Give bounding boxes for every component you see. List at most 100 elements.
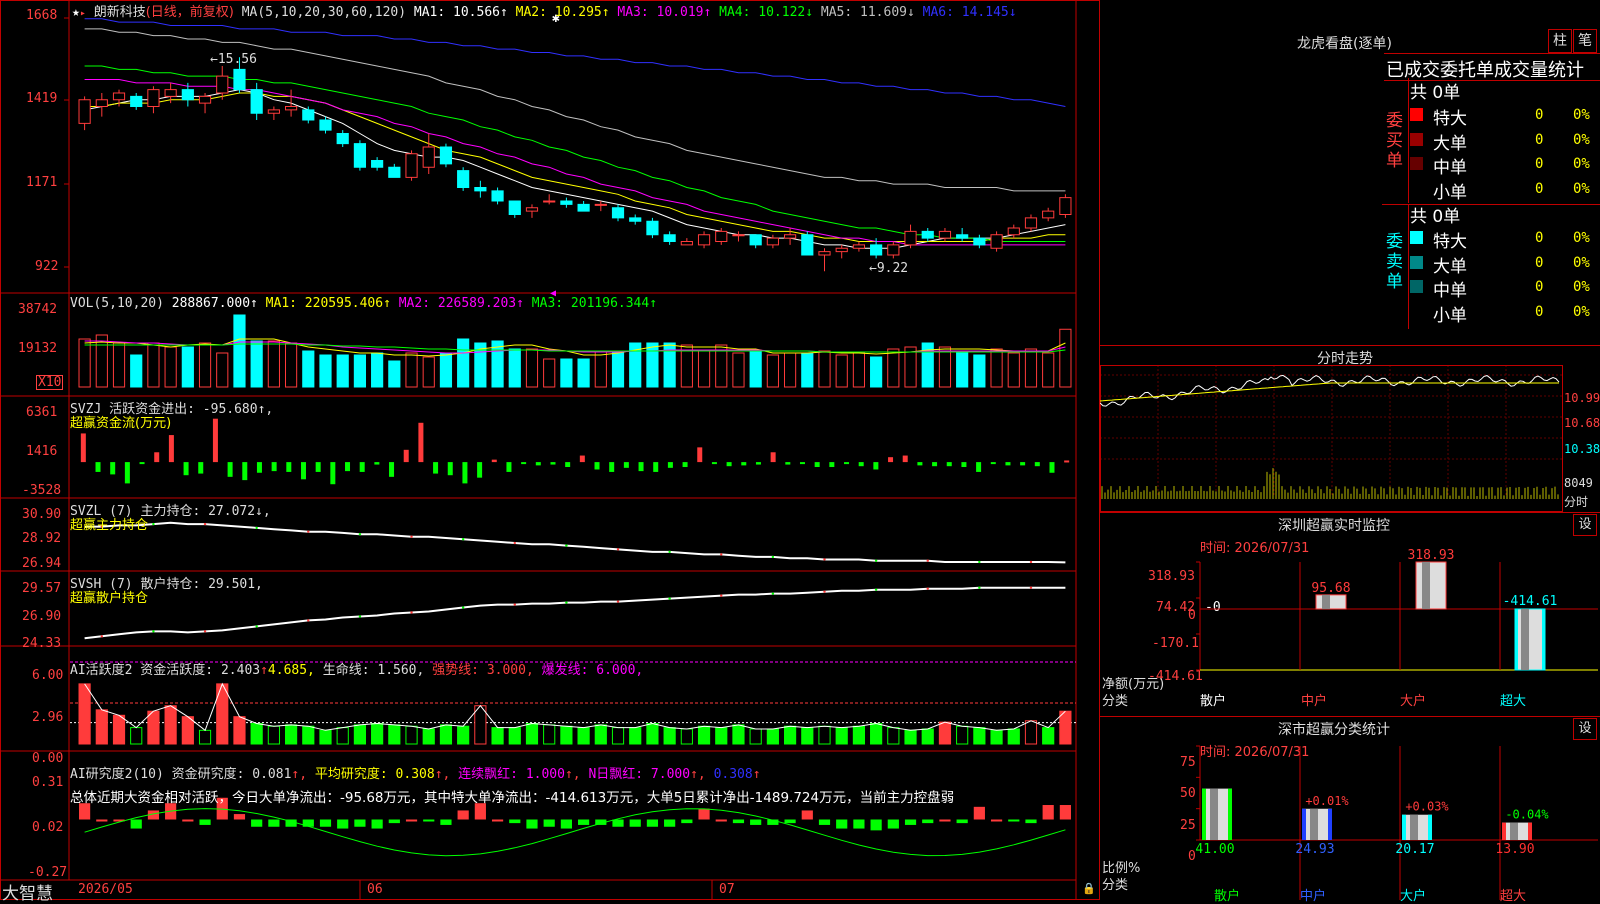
svzj-bar <box>521 462 527 465</box>
volume-unit[interactable]: X10 <box>36 375 64 390</box>
volume-bar <box>646 342 659 388</box>
svsh-line-dot <box>307 619 310 622</box>
order-row: 小单 0 0% <box>1410 301 1600 326</box>
ai-active-bar <box>801 727 814 745</box>
ai-active-bar <box>302 725 315 745</box>
ai-research-bar <box>612 819 624 827</box>
candle <box>439 146 453 165</box>
ai-active-bar <box>973 727 986 745</box>
svzl-panel <box>84 521 1066 564</box>
candle <box>732 234 745 237</box>
ai-active-line <box>84 682 1066 732</box>
burst-line-label: 爆发线: 6.000, <box>541 663 644 678</box>
monitor-data-label: -414.61 <box>1503 594 1558 609</box>
stock-name[interactable]: 朗新科技 <box>94 5 146 20</box>
svzj-bar <box>961 462 967 468</box>
ai-active-bar <box>405 725 418 745</box>
ai-active-title: AI活跃度2 资金活跃度: 2.403 <box>70 663 261 678</box>
ai-active-bar <box>181 716 194 745</box>
ai-research-bar <box>337 819 349 829</box>
svzj-bar <box>433 462 439 474</box>
svsh-line-dot <box>410 611 413 614</box>
ai-research-v5: 0.308 <box>713 767 753 782</box>
ai-research-bar <box>423 819 435 822</box>
candle <box>646 220 659 236</box>
ma4-value: MA4: 10.122↓ <box>719 5 814 20</box>
brand-logo[interactable]: 大智慧 <box>2 879 53 904</box>
ai-active-bar <box>663 727 676 745</box>
candle <box>611 207 625 219</box>
price-axis-2: 1419 <box>26 91 58 106</box>
order-row: 特大 0 0% <box>1410 227 1600 252</box>
ai-active-header: AI活跃度2 资金活跃度: 2.403↑4.685, 生命线: 1.560, 强… <box>70 659 643 678</box>
order-color-swatch <box>1410 157 1423 170</box>
buy-side-label: 委买单 <box>1386 111 1403 171</box>
candle <box>766 237 779 246</box>
candle <box>990 234 1003 249</box>
svzj-bar <box>345 462 351 472</box>
svzj-bar <box>594 462 600 470</box>
ma-line-MA3 <box>84 79 1066 246</box>
monitor-data-label: 95.68 <box>1311 581 1350 596</box>
sell-total: 共 0单 <box>1410 207 1461 227</box>
candle <box>130 95 143 107</box>
volume-bar <box>388 360 401 388</box>
volume-bar <box>267 340 280 388</box>
classify-bar-shade <box>1510 822 1518 840</box>
ai-active-bar <box>525 723 539 745</box>
volume-axis-1: 38742 <box>18 302 58 317</box>
svzj-bar <box>315 462 321 472</box>
ai-active-bar <box>990 729 1003 745</box>
ai-active-bar <box>1024 720 1038 745</box>
ai-research-bar <box>1042 805 1054 820</box>
volume-bar <box>543 358 556 388</box>
menu-triangle-icon[interactable]: ▸ <box>80 8 86 19</box>
volume-ma3: MA3: 201196.344↑ <box>531 296 658 311</box>
ai-research-bar <box>319 819 332 827</box>
volume-bar <box>594 350 607 388</box>
lock-icon[interactable]: 🔒 <box>1082 882 1096 895</box>
pen-mode-button[interactable]: 笔 <box>1573 29 1597 53</box>
ai-research-bar <box>990 819 1003 822</box>
ma1-value: MA1: 10.566↑ <box>413 5 508 20</box>
svzj-bar <box>300 462 306 480</box>
volume-bar <box>973 354 986 388</box>
tab-volume-stats[interactable]: 成交量统计 <box>1494 56 1584 82</box>
order-count: 0 <box>1535 279 1544 295</box>
svzj-bar <box>403 449 409 463</box>
candle <box>388 166 401 178</box>
svsh-line-dot <box>152 630 155 633</box>
svzj-bar <box>829 462 835 468</box>
candle <box>663 234 676 242</box>
ai-active-v2: 4.685, <box>267 663 315 678</box>
intraday-vol-axis: 8049 <box>1564 476 1593 490</box>
svzj-panel <box>80 418 1070 485</box>
svzj-bar <box>888 457 894 463</box>
svzj-bar <box>418 422 424 463</box>
volume-bar <box>525 348 539 388</box>
bar-mode-button[interactable]: 柱 <box>1548 29 1572 53</box>
candle <box>887 244 900 256</box>
svzl-line-dot <box>307 530 310 533</box>
candle <box>491 190 504 202</box>
life-line-label: 生命线: 1.560, <box>322 663 425 678</box>
volume-bar <box>1007 352 1020 388</box>
svzj-bar <box>198 462 204 474</box>
monitor-data-label: 318.93 <box>1408 548 1455 563</box>
volume-bar <box>904 346 917 388</box>
intraday-vol-unit: 分时 <box>1564 495 1589 509</box>
volume-bar <box>336 354 349 388</box>
ai-active-bar <box>164 705 177 745</box>
svzj-bar <box>212 418 218 463</box>
ai-summary: 总体近期大资金相对活跃，今日大单净流出：-95.68万元，其中特大单净流出：-4… <box>70 790 955 806</box>
period-label[interactable]: (日线，前复权) <box>146 5 234 20</box>
candle <box>818 251 831 256</box>
order-count: 0 <box>1535 156 1544 172</box>
intraday-chart[interactable] <box>1100 365 1565 513</box>
svzj-bar <box>183 462 189 476</box>
svzj-bar <box>726 462 732 467</box>
ai-research-bar <box>354 819 366 827</box>
svzj-bar <box>506 462 512 472</box>
svzj-bar <box>873 462 879 470</box>
star-icon[interactable]: ★ <box>72 5 80 20</box>
